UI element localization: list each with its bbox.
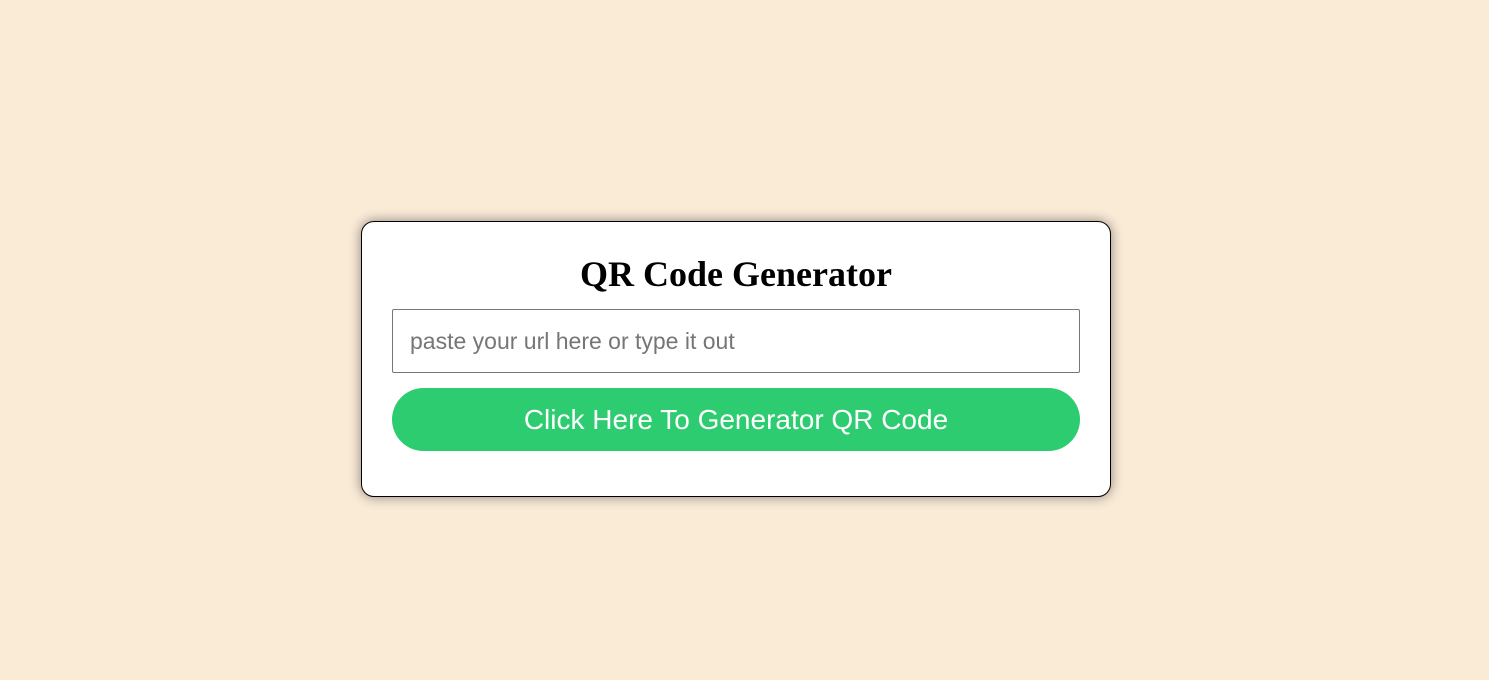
url-input[interactable] [392, 309, 1080, 373]
qr-generator-card: QR Code Generator Click Here To Generato… [361, 221, 1111, 497]
page-title: QR Code Generator [580, 254, 892, 294]
generate-qr-button[interactable]: Click Here To Generator QR Code [392, 388, 1080, 451]
